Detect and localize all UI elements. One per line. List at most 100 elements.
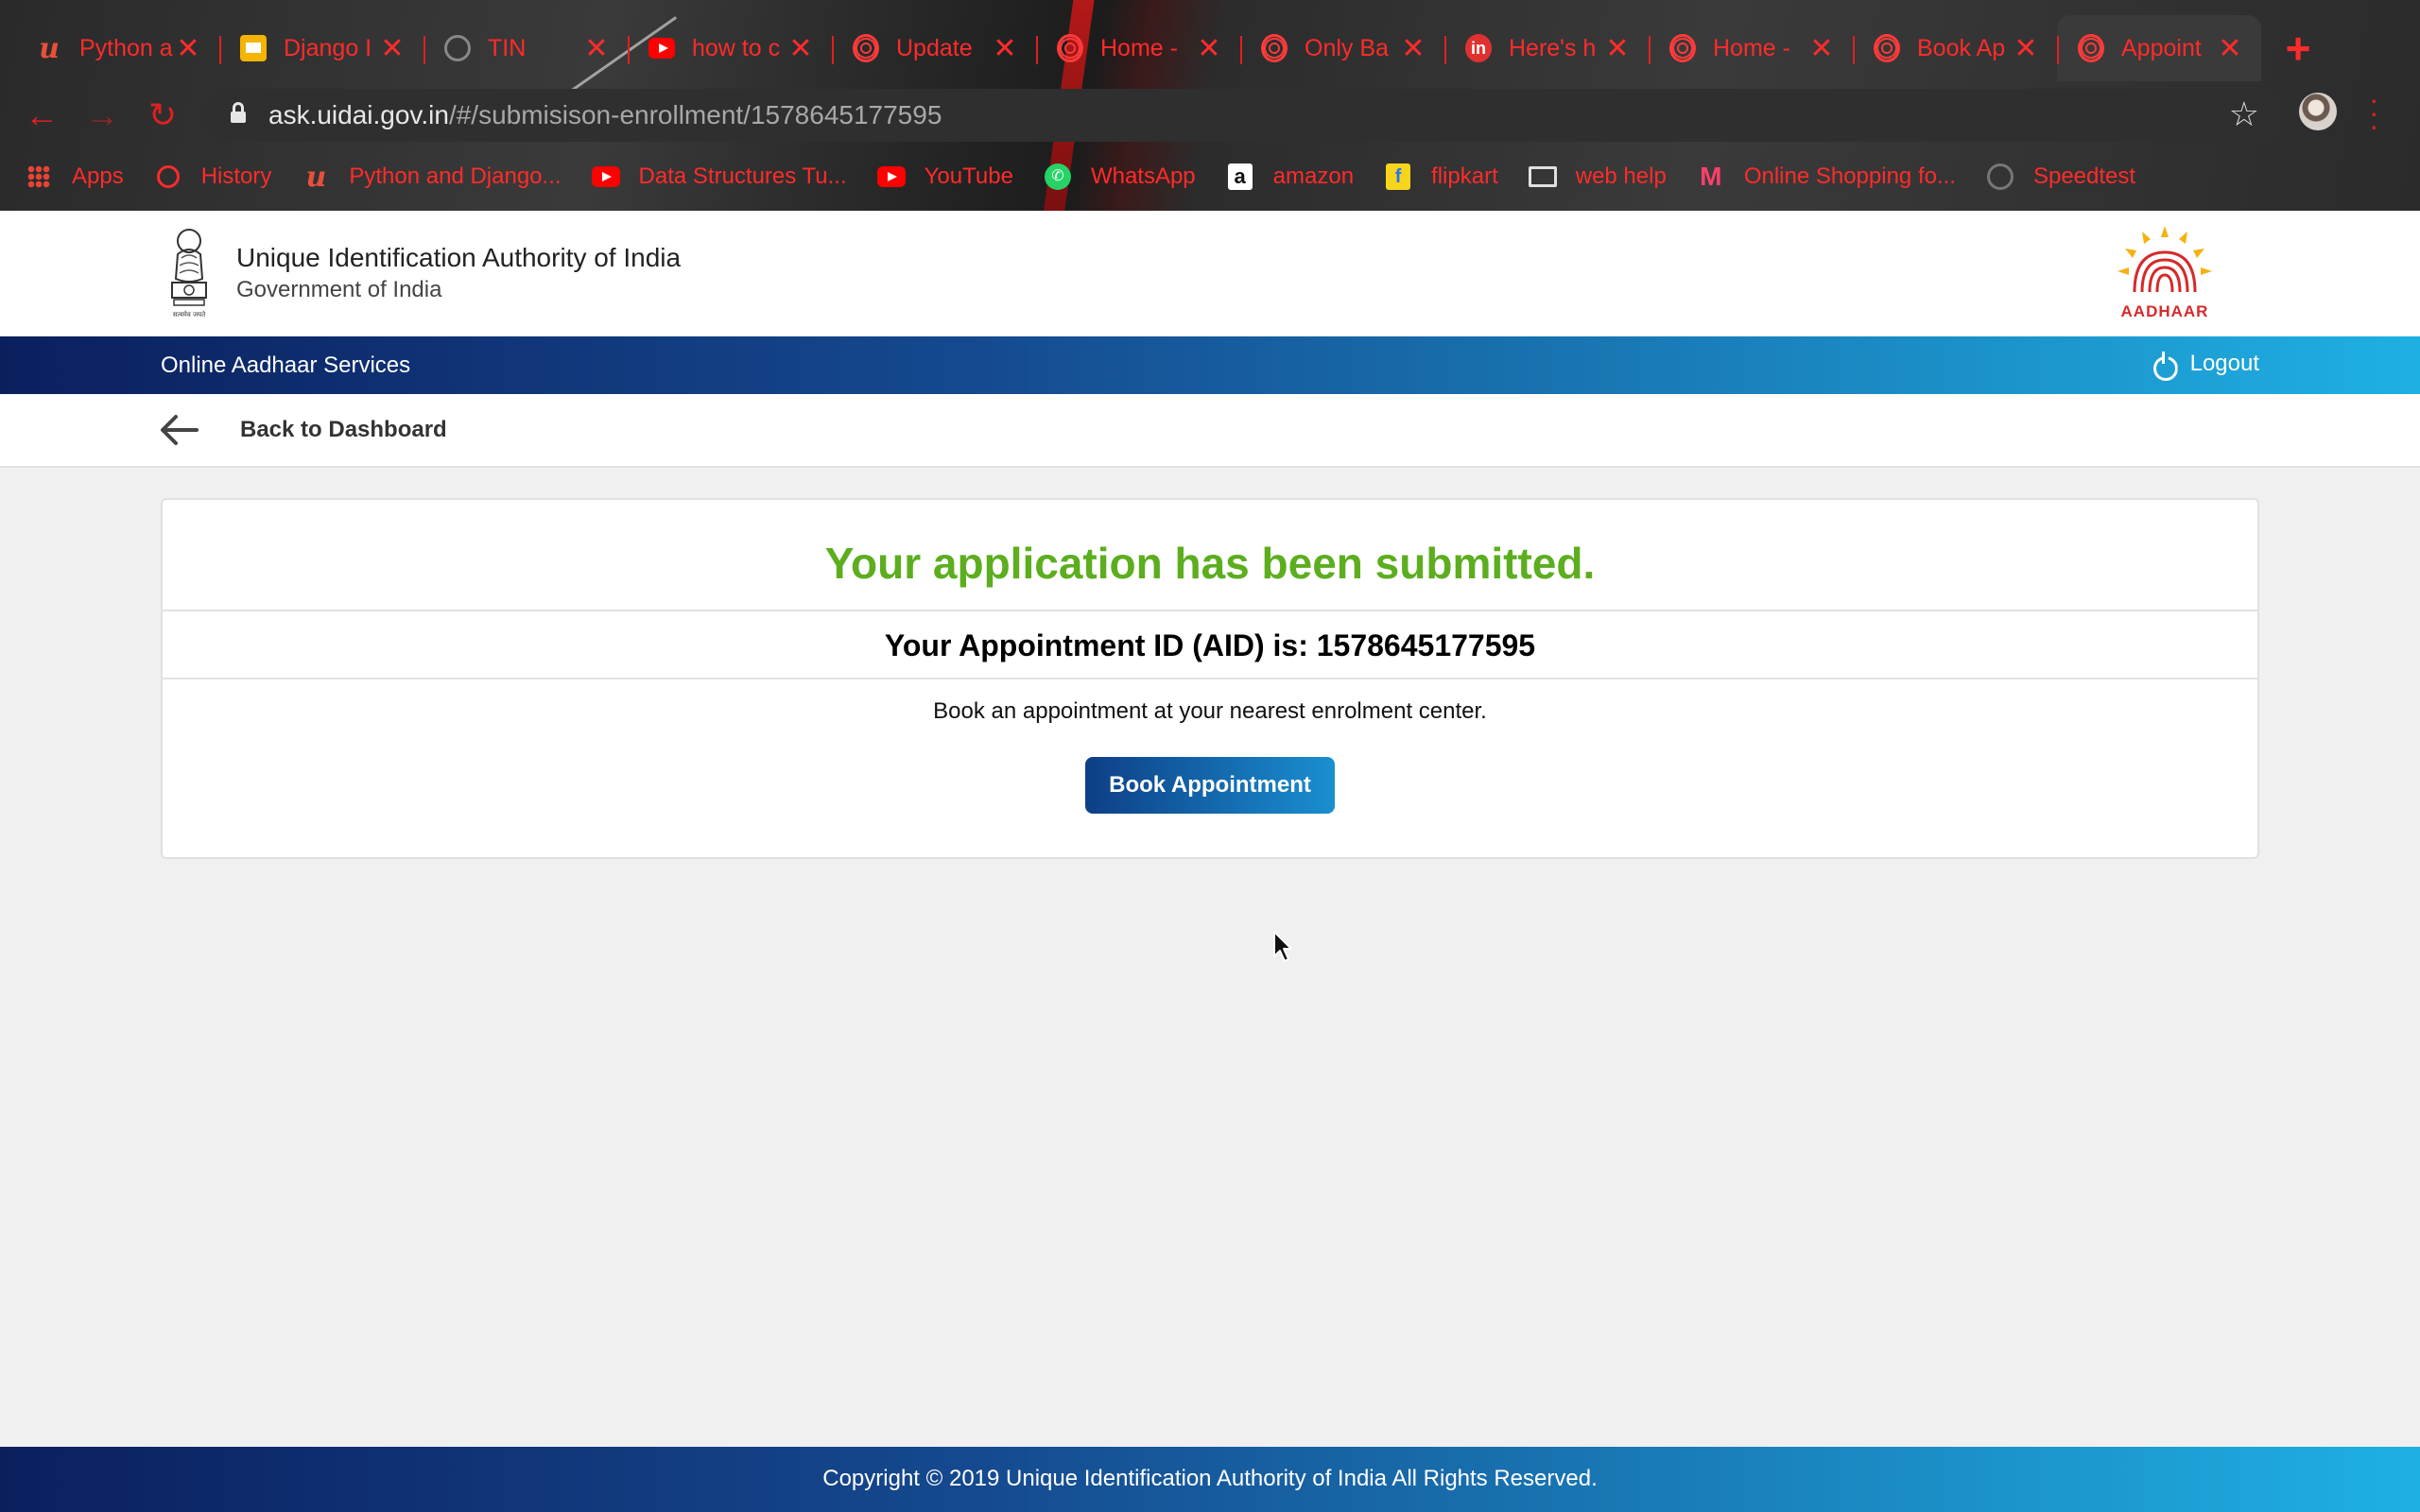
amazon-icon: a bbox=[1226, 163, 1254, 191]
close-tab-icon[interactable]: ✕ bbox=[378, 32, 406, 65]
close-tab-icon[interactable]: ✕ bbox=[1399, 32, 1427, 65]
back-arrow-icon[interactable]: ← bbox=[23, 96, 60, 134]
bookmark-label: Python and Django... bbox=[349, 163, 562, 189]
close-tab-icon[interactable]: ✕ bbox=[2216, 32, 2244, 65]
reload-icon[interactable]: ↻ bbox=[144, 96, 182, 134]
close-tab-icon[interactable]: ✕ bbox=[174, 32, 202, 65]
apps-grid-icon bbox=[25, 163, 53, 191]
tab-title: Here's h bbox=[1509, 34, 1597, 61]
back-to-dashboard-link[interactable]: Back to Dashboard bbox=[240, 417, 447, 443]
bookmark-label: Online Shopping fo... bbox=[1743, 163, 1956, 189]
site-footer: Copyright © 2019 Unique Identification A… bbox=[0, 1447, 2420, 1512]
close-tab-icon[interactable]: ✕ bbox=[1195, 32, 1223, 65]
book-appointment-button[interactable]: Book Appointment bbox=[1085, 757, 1335, 814]
slides-icon bbox=[240, 35, 267, 61]
org-subtitle: Government of India bbox=[236, 277, 442, 302]
browser-tab[interactable]: Django I ✕ bbox=[219, 15, 424, 81]
back-to-dashboard-bar: Back to Dashboard bbox=[0, 394, 2420, 468]
youtube-icon bbox=[876, 163, 906, 191]
browser-tab[interactable]: Home - ✕ bbox=[1649, 15, 1853, 81]
logout-label: Logout bbox=[2189, 351, 2259, 376]
bookmark-whatsapp[interactable]: ✆ WhatsApp bbox=[1044, 163, 1196, 191]
tab-title: Update bbox=[896, 34, 973, 61]
browser-tab[interactable]: TIN ✕ bbox=[424, 15, 628, 81]
bookmark-star-icon[interactable]: ☆ bbox=[2229, 94, 2259, 134]
aadhaar-icon bbox=[2078, 34, 2104, 62]
history-icon bbox=[154, 163, 182, 191]
close-tab-icon[interactable]: ✕ bbox=[1807, 32, 1836, 65]
youtube-icon bbox=[591, 163, 620, 191]
in-icon: in bbox=[1465, 34, 1492, 62]
book-appointment-message: Book an appointment at your nearest enro… bbox=[933, 698, 1487, 724]
aadhaar-icon bbox=[1057, 34, 1083, 62]
url-path: /#/submisison-enrollment/1578645177595 bbox=[448, 100, 942, 129]
close-tab-icon[interactable]: ✕ bbox=[1603, 32, 1632, 65]
national-emblem-icon: सत्यमेव जयते bbox=[171, 229, 207, 318]
tab-title: Python a bbox=[79, 34, 173, 61]
logout-button[interactable]: Logout bbox=[2152, 351, 2259, 377]
browser-chrome: u Python a ✕ Django I ✕ TIN ✕ how to c ✕… bbox=[0, 0, 2420, 211]
speedtest-icon bbox=[1986, 163, 2014, 191]
url-host: ask.uidai.gov.in bbox=[268, 100, 449, 129]
bookmark-label: web help bbox=[1575, 163, 1667, 189]
bookmark-history[interactable]: History bbox=[154, 163, 272, 191]
whatsapp-icon: ✆ bbox=[1044, 163, 1072, 191]
aadhaar-logo: AADHAAR bbox=[2118, 226, 2212, 320]
bookmark-flipkart[interactable]: f flipkart bbox=[1384, 163, 1498, 191]
bookmark-speedtest[interactable]: Speedtest bbox=[1986, 163, 2135, 191]
bookmark-data-structures[interactable]: Data Structures Tu... bbox=[591, 163, 847, 191]
bookmark-label: flipkart bbox=[1431, 163, 1498, 189]
divider bbox=[163, 610, 2257, 611]
tab-title: Home - bbox=[1100, 34, 1178, 61]
profile-avatar[interactable] bbox=[2299, 93, 2337, 130]
browser-tab-active[interactable]: Appoint ✕ bbox=[2057, 15, 2261, 81]
aadhaar-icon bbox=[853, 34, 879, 62]
bookmark-label: Data Structures Tu... bbox=[638, 163, 847, 189]
folder-icon bbox=[1528, 163, 1557, 191]
bookmark-web-help[interactable]: web help bbox=[1528, 163, 1667, 191]
divider bbox=[163, 678, 2257, 679]
emblem-caption: सत्यमेव जयते bbox=[173, 310, 206, 318]
tab-title: how to c bbox=[692, 34, 781, 61]
aadhaar-icon bbox=[1874, 34, 1900, 62]
bookmark-amazon[interactable]: a amazon bbox=[1226, 163, 1354, 191]
mouse-cursor-icon bbox=[1273, 931, 1292, 962]
bookmark-label: History bbox=[200, 163, 272, 189]
more-menu-icon[interactable]: · · · bbox=[2369, 84, 2379, 141]
tab-title: Book Ap bbox=[1917, 34, 2006, 61]
tab-title: TIN bbox=[488, 34, 527, 61]
address-bar[interactable]: ask.uidai.gov.in/#/submisison-enrollment… bbox=[202, 89, 2282, 142]
bookmark-python-django[interactable]: u Python and Django... bbox=[302, 161, 562, 194]
browser-tab[interactable]: Update ✕ bbox=[832, 15, 1036, 81]
browser-tab[interactable]: u Python a ✕ bbox=[0, 15, 219, 81]
submission-card: Your application has been submitted. You… bbox=[161, 498, 2259, 859]
tab-title: Django I bbox=[284, 34, 372, 61]
aadhaar-icon bbox=[1669, 34, 1696, 62]
close-tab-icon[interactable]: ✕ bbox=[991, 32, 1019, 65]
close-tab-icon[interactable]: ✕ bbox=[2012, 32, 2040, 65]
browser-toolbar: ← → ↻ ask.uidai.gov.in/#/submisison-enro… bbox=[0, 84, 2420, 146]
bookmark-online-shopping[interactable]: M Online Shopping fo... bbox=[1697, 162, 1956, 191]
bookmark-label: amazon bbox=[1272, 163, 1355, 189]
bookmark-youtube[interactable]: YouTube bbox=[876, 163, 1013, 191]
bookmark-label: WhatsApp bbox=[1090, 163, 1196, 189]
back-arrow-icon[interactable] bbox=[159, 413, 199, 447]
forward-arrow-icon[interactable]: → bbox=[83, 96, 121, 134]
browser-tab[interactable]: Book Ap ✕ bbox=[1853, 15, 2057, 81]
tab-title: Only Ba bbox=[1305, 34, 1389, 61]
globe-icon bbox=[444, 35, 471, 61]
close-tab-icon[interactable]: ✕ bbox=[786, 32, 815, 65]
bookmark-label: Speedtest bbox=[2032, 163, 2136, 189]
browser-tab[interactable]: in Here's h ✕ bbox=[1444, 15, 1649, 81]
appointment-id-text: Your Appointment ID (AID) is: 1578645177… bbox=[884, 628, 1536, 662]
udemy-icon: u bbox=[39, 31, 60, 65]
browser-tab[interactable]: Only Ba ✕ bbox=[1240, 15, 1444, 81]
new-tab-icon[interactable]: + bbox=[2276, 26, 2320, 72]
youtube-icon bbox=[648, 35, 675, 61]
bookmark-apps[interactable]: Apps bbox=[25, 163, 124, 191]
browser-tab[interactable]: how to c ✕ bbox=[628, 15, 832, 81]
browser-tab[interactable]: Home - ✕ bbox=[1036, 15, 1240, 81]
site-header: सत्यमेव जयते Unique Identification Autho… bbox=[0, 211, 2420, 336]
close-tab-icon[interactable]: ✕ bbox=[582, 32, 611, 65]
url-text: ask.uidai.gov.in/#/submisison-enrollment… bbox=[268, 100, 942, 130]
